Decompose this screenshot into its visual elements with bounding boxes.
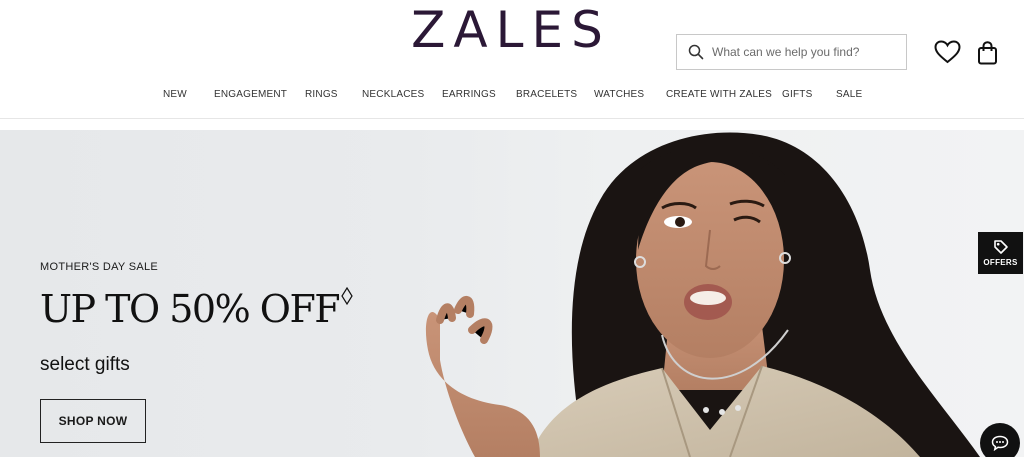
search-input[interactable] — [712, 45, 902, 59]
hero-headline-text: UP TO 50% OFF — [40, 287, 341, 331]
nav-item-new[interactable]: NEW — [163, 89, 187, 100]
nav-item-bracelets[interactable]: BRACELETS — [516, 89, 577, 100]
search-bar[interactable] — [676, 34, 907, 70]
nav-item-create-with-zales[interactable]: CREATE WITH ZALES — [666, 89, 772, 100]
main-navigation: NEW ENGAGEMENT RINGS NECKLACES EARRINGS … — [0, 89, 1024, 107]
hero-headline: UP TO 50% OFF — [40, 287, 353, 331]
chat-bubble-icon — [991, 435, 1009, 451]
offers-tab[interactable]: OFFERS — [978, 232, 1023, 274]
search-icon[interactable] — [688, 44, 704, 60]
zales-logo[interactable]: ZALES — [411, 1, 611, 59]
header-divider — [0, 118, 1024, 119]
nav-item-engagement[interactable]: ENGAGEMENT — [214, 89, 287, 100]
heart-icon[interactable] — [934, 40, 961, 64]
nav-item-earrings[interactable]: EARRINGS — [442, 89, 496, 100]
tag-icon — [993, 240, 1008, 254]
hero-banner[interactable]: MOTHER'S DAY SALE UP TO 50% OFF select g… — [0, 130, 1024, 457]
shop-now-button[interactable]: SHOP NOW — [40, 399, 146, 443]
diamond-icon — [341, 287, 353, 305]
nav-item-watches[interactable]: WATCHES — [594, 89, 644, 100]
nav-item-sale[interactable]: SALE — [836, 89, 862, 100]
hero-model-photo — [425, 132, 980, 457]
hero-eyebrow: MOTHER'S DAY SALE — [40, 261, 159, 273]
nav-item-rings[interactable]: RINGS — [305, 89, 338, 100]
site-header: ZALES NEW ENGAGEMENT RINGS NECKLACES EAR… — [0, 0, 1024, 120]
logo-text: ZALES — [411, 1, 611, 59]
offers-label: OFFERS — [983, 258, 1018, 267]
nav-item-necklaces[interactable]: NECKLACES — [362, 89, 424, 100]
nav-item-gifts[interactable]: GIFTS — [782, 89, 812, 100]
chat-button[interactable] — [980, 423, 1020, 457]
shopping-bag-icon[interactable] — [977, 41, 998, 65]
hero-subheadline: select gifts — [40, 354, 130, 375]
